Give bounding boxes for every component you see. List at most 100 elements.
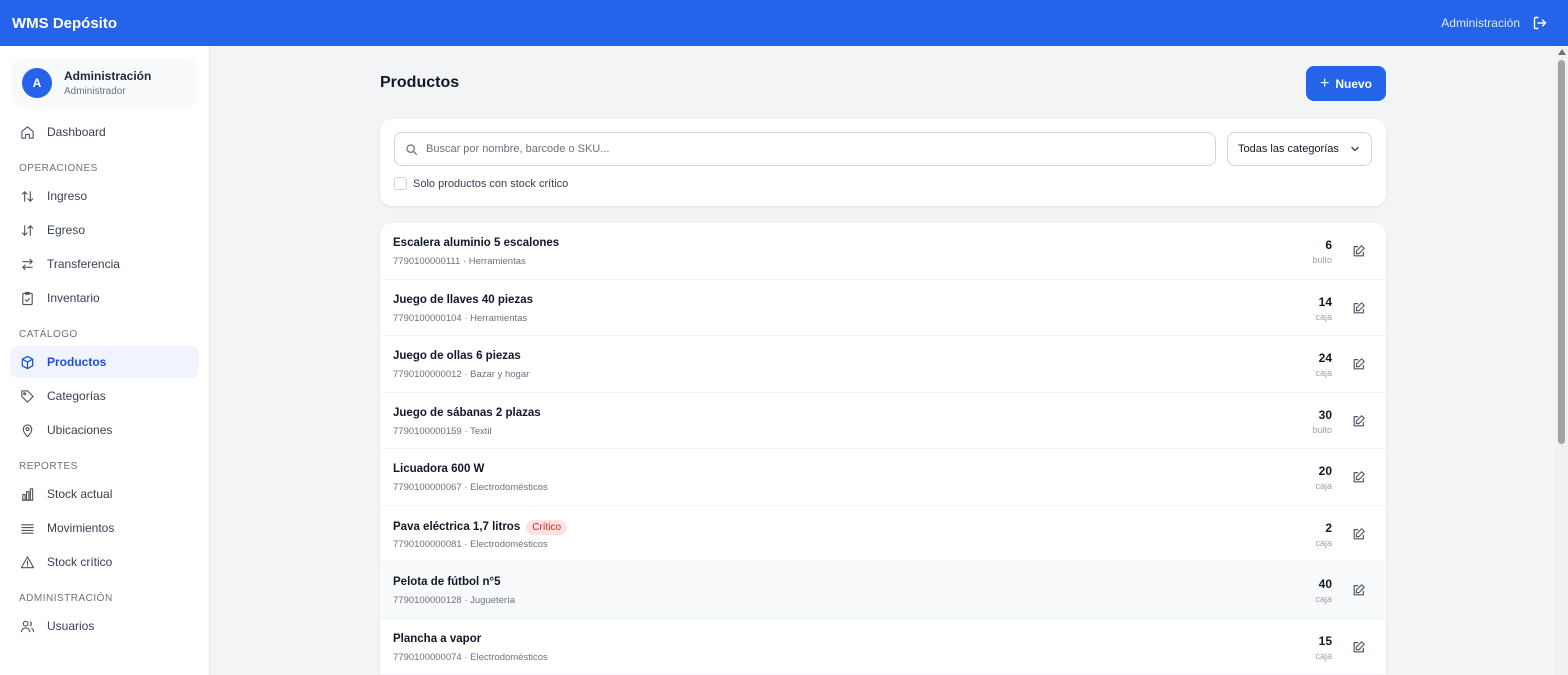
product-qty: 2 — [1325, 520, 1332, 535]
table-row[interactable]: Licuadora 600 W 7790100000067 · Electrod… — [380, 449, 1386, 506]
sidebar-item-label: Usuarios — [47, 619, 95, 633]
sidebar-item-usuarios[interactable]: Usuarios — [10, 610, 199, 642]
table-row[interactable]: Juego de ollas 6 piezas 7790100000012 · … — [380, 336, 1386, 393]
arrows-down-up-icon — [21, 224, 34, 236]
category-select[interactable]: Todas las categorías — [1227, 132, 1372, 166]
section-reportes: REPORTES — [19, 461, 78, 472]
product-qty: 24 — [1318, 351, 1332, 365]
logout-icon[interactable] — [1532, 15, 1548, 31]
product-qty: 30 — [1318, 407, 1332, 422]
table-row[interactable]: Juego de llaves 40 piezas 7790100000104 … — [380, 280, 1386, 336]
edit-icon[interactable] — [1352, 470, 1366, 484]
product-name: Escalera aluminio 5 escalones — [393, 237, 560, 249]
product-list: Escalera aluminio 5 escalones 7790100000… — [380, 223, 1386, 675]
sidebar-item-categorias[interactable]: Categorías — [10, 380, 199, 412]
search-input[interactable] — [426, 143, 1205, 155]
sidebar-item-label: Categorías — [47, 389, 106, 403]
table-row[interactable]: Pelota de fútbol n°5 7790100000128 · Jug… — [380, 562, 1386, 619]
avatar: A — [22, 68, 52, 98]
scroll-up-arrow-icon[interactable] — [1558, 49, 1566, 55]
new-product-button[interactable]: + Nuevo — [1306, 66, 1386, 101]
top-user-area: Administración — [1441, 15, 1556, 31]
transfer-icon — [22, 258, 33, 270]
top-bar: WMS Depósito Administración — [0, 0, 1568, 46]
product-unit: caja — [1315, 537, 1332, 548]
home-icon — [21, 125, 34, 139]
sidebar-item-egreso[interactable]: Egreso — [10, 214, 199, 246]
edit-icon[interactable] — [1352, 244, 1366, 258]
filter-card: Todas las categorías Solo productos con … — [380, 119, 1386, 206]
sidebar-item-label: Inventario — [47, 291, 100, 305]
critical-stock-label: Solo productos con stock crítico — [413, 177, 569, 190]
product-meta: 7790100000104 · Herramientas — [393, 312, 528, 324]
page-title: Productos — [380, 74, 460, 91]
edit-icon[interactable] — [1352, 583, 1366, 597]
category-select-value: Todas las categorías — [1238, 143, 1339, 155]
sidebar-item-movimientos[interactable]: Movimientos — [10, 512, 199, 544]
edit-icon[interactable] — [1352, 414, 1366, 428]
product-name: Pava eléctrica 1,7 litros Crítico — [393, 519, 568, 535]
bar-chart-icon — [21, 487, 34, 501]
sidebar-item-label: Egreso — [47, 223, 86, 237]
plus-icon: + — [1319, 74, 1330, 92]
sidebar-item-label: Movimientos — [47, 521, 115, 535]
search-icon — [406, 143, 417, 155]
box-icon — [21, 355, 34, 369]
list-icon — [21, 523, 34, 534]
map-pin-icon — [22, 423, 33, 437]
product-unit: caja — [1315, 650, 1332, 661]
table-row[interactable]: Plancha a vapor 7790100000074 · Electrod… — [380, 619, 1386, 675]
new-button-label: Nuevo — [1335, 76, 1373, 91]
critical-badge: Crítico — [526, 519, 568, 535]
section-administracion: ADMINISTRACIÓN — [19, 593, 113, 604]
product-meta: 7790100000012 · Bazar y hogar — [393, 369, 530, 380]
scrollbar[interactable] — [1555, 46, 1568, 675]
product-meta: 7790100000074 · Electrodomésticos — [393, 651, 548, 663]
product-qty: 40 — [1318, 577, 1332, 591]
product-meta: 7790100000081 · Electrodomésticos — [393, 538, 548, 550]
critical-stock-checkbox[interactable] — [394, 177, 407, 190]
user-role: Administrador — [64, 86, 126, 97]
sidebar-item-label: Ubicaciones — [47, 423, 113, 437]
sidebar-item-transferencia[interactable]: Transferencia — [10, 248, 199, 280]
edit-icon[interactable] — [1352, 640, 1366, 654]
product-name: Plancha a vapor — [393, 632, 482, 645]
product-meta: 7790100000128 · Juguetería — [393, 595, 516, 606]
scroll-thumb[interactable] — [1558, 60, 1565, 444]
clipboard-check-icon — [22, 291, 33, 305]
product-unit: caja — [1315, 481, 1332, 491]
search-box[interactable] — [394, 132, 1216, 166]
sidebar-item-stock-actual[interactable]: Stock actual — [10, 478, 199, 510]
product-unit: caja — [1315, 368, 1332, 378]
top-user-label[interactable]: Administración — [1441, 16, 1520, 30]
critical-stock-filter[interactable]: Solo productos con stock crítico — [394, 177, 568, 190]
product-name: Licuadora 600 W — [393, 463, 485, 475]
sidebar-item-label: Productos — [47, 355, 107, 369]
sidebar-item-stock-critico[interactable]: Stock crítico — [10, 546, 199, 578]
section-catalogo: CATÁLOGO — [19, 329, 78, 340]
chevron-down-icon — [1351, 146, 1359, 152]
product-meta: 7790100000159 · Textil — [393, 425, 492, 437]
sidebar-item-ubicaciones[interactable]: Ubicaciones — [10, 414, 199, 446]
sidebar-item-label: Ingreso — [47, 189, 88, 203]
user-name: Administración — [64, 69, 152, 83]
table-row[interactable]: Juego de sábanas 2 plazas 7790100000159 … — [380, 393, 1386, 449]
table-row[interactable]: Pava eléctrica 1,7 litros Crítico 7790100… — [380, 506, 1386, 562]
product-meta: 7790100000111 · Herramientas — [393, 256, 526, 267]
sidebar-item-productos[interactable]: Productos — [10, 346, 199, 378]
sidebar: A Administración Administrador Dashboard… — [0, 46, 210, 675]
product-name: Juego de ollas 6 piezas — [393, 350, 521, 362]
edit-icon[interactable] — [1352, 301, 1366, 315]
table-row[interactable]: Escalera aluminio 5 escalones 7790100000… — [380, 223, 1386, 280]
sidebar-item-inventario[interactable]: Inventario — [10, 282, 199, 314]
sidebar-item-ingreso[interactable]: Ingreso — [10, 180, 199, 212]
sidebar-item-label: Transferencia — [47, 257, 120, 271]
product-name: Juego de sábanas 2 plazas — [393, 406, 541, 419]
edit-icon[interactable] — [1352, 527, 1366, 541]
section-operaciones: OPERACIONES — [19, 163, 98, 174]
product-qty: 20 — [1318, 464, 1332, 478]
product-qty: 14 — [1318, 294, 1332, 309]
edit-icon[interactable] — [1352, 357, 1366, 371]
app-title: WMS Depósito — [12, 14, 117, 32]
sidebar-item-dashboard[interactable]: Dashboard — [10, 116, 199, 148]
